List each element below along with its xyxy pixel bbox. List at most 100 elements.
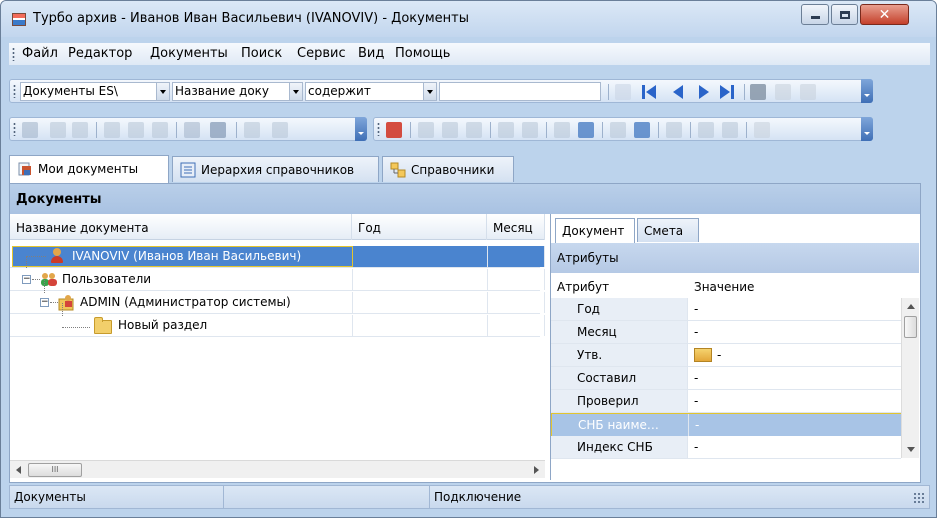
column-header-attribute[interactable]: Атрибут [557, 280, 609, 294]
toolbar-grip[interactable] [377, 122, 380, 136]
move-end-icon[interactable] [272, 122, 288, 138]
tab-my-documents[interactable]: Мои документы [9, 155, 169, 183]
toolbar-overflow-icon[interactable] [861, 117, 873, 141]
property-row[interactable]: Год - [551, 298, 901, 321]
first-record-icon[interactable] [642, 84, 658, 100]
scroll-up-icon[interactable] [907, 304, 915, 309]
save-icon[interactable] [210, 122, 226, 138]
maximize-button[interactable] [831, 4, 858, 25]
cut-icon[interactable] [104, 122, 120, 138]
vertical-scrollbar[interactable] [901, 298, 919, 458]
chevron-down-icon[interactable] [423, 83, 436, 100]
menu-help[interactable]: Помощь [395, 46, 450, 61]
chevron-down-icon[interactable] [156, 83, 169, 100]
doc-type-select[interactable]: Документы ES\ [20, 82, 170, 101]
delete-icon[interactable] [72, 122, 88, 138]
doc-action-icon[interactable] [666, 122, 682, 138]
property-value[interactable]: - [688, 390, 900, 412]
toolbar-overflow-icon[interactable] [861, 79, 873, 103]
property-value[interactable]: - [688, 344, 900, 366]
property-row[interactable]: Месяц - [551, 321, 901, 344]
property-row[interactable]: СНБ наиме… - [551, 413, 901, 436]
doc-action-icon[interactable] [722, 122, 738, 138]
filter-clear-icon[interactable] [775, 84, 791, 100]
edit-pencil-icon[interactable] [386, 122, 402, 138]
property-value[interactable]: - [689, 414, 901, 436]
column-header-value[interactable]: Значение [694, 280, 754, 294]
menu-search[interactable]: Поиск [241, 46, 282, 61]
tab-document[interactable]: Документ [555, 218, 635, 243]
scroll-right-icon[interactable] [534, 466, 539, 474]
folder-icon[interactable] [184, 122, 200, 138]
doc-tree-icon[interactable] [634, 122, 650, 138]
tree-row[interactable]: − Пользователи [10, 269, 545, 291]
grid-icon[interactable] [22, 122, 38, 138]
property-value[interactable]: - [688, 367, 900, 389]
property-value[interactable]: - [688, 321, 900, 343]
tree-row[interactable]: − ADMIN (Администратор системы) [10, 292, 545, 314]
last-record-icon[interactable] [720, 84, 736, 100]
column-header-name[interactable]: Название документа [10, 214, 352, 240]
tab-directories[interactable]: Справочники [382, 156, 514, 182]
toolbar-grip[interactable] [13, 84, 16, 98]
horizontal-scrollbar[interactable]: III [10, 460, 545, 478]
doc-action-icon[interactable] [698, 122, 714, 138]
filter-remove-icon[interactable] [800, 84, 816, 100]
scroll-down-icon[interactable] [907, 447, 915, 452]
property-row[interactable]: Индекс СНБ - [551, 436, 901, 459]
search-toolbar: Документы ES\ Название доку содержит [9, 79, 873, 103]
menu-file[interactable]: Файл [22, 46, 58, 61]
menu-documents[interactable]: Документы [150, 46, 228, 61]
tree-row[interactable]: Новый раздел [10, 315, 545, 337]
property-row[interactable]: Составил - [551, 367, 901, 390]
column-header-month[interactable]: Месяц [487, 214, 545, 240]
field-select[interactable]: Название доку [172, 82, 303, 101]
doc-action-icon[interactable] [498, 122, 514, 138]
tree-row[interactable]: IVANOVIV (Иванов Иван Васильевич) [10, 246, 545, 268]
directories-icon[interactable] [694, 348, 712, 362]
resize-grip-icon[interactable] [913, 492, 925, 504]
property-row[interactable]: Утв. - [551, 344, 901, 367]
property-value[interactable]: - [688, 436, 900, 458]
toolbar-overflow-icon[interactable] [355, 117, 367, 141]
doc-link-icon[interactable] [578, 122, 594, 138]
doc-action-icon[interactable] [466, 122, 482, 138]
paste-icon[interactable] [152, 122, 168, 138]
collapse-icon[interactable]: − [40, 298, 49, 307]
doc-action-icon[interactable] [610, 122, 626, 138]
menu-grip[interactable] [12, 47, 15, 61]
collapse-icon[interactable]: − [22, 275, 31, 284]
title-bar[interactable]: Турбо архив - Иванов Иван Васильевич (IV… [1, 1, 936, 37]
property-value[interactable]: - [688, 298, 900, 320]
menu-view[interactable]: Вид [358, 46, 384, 61]
separator [658, 122, 659, 138]
scroll-thumb[interactable]: III [28, 463, 82, 477]
chevron-down-icon[interactable] [289, 83, 302, 100]
doc-action-icon[interactable] [554, 122, 570, 138]
refresh-icon[interactable] [615, 84, 631, 100]
tab-directory-hierarchy[interactable]: Иерархия справочников [172, 156, 379, 182]
toolbar-grip[interactable] [13, 122, 16, 136]
scroll-left-icon[interactable] [16, 466, 21, 474]
column-header-year[interactable]: Год [352, 214, 487, 240]
tab-estimate[interactable]: Смета [637, 218, 699, 242]
filter-icon[interactable] [750, 84, 766, 100]
tree-connector [50, 302, 58, 303]
close-button[interactable]: ✕ [860, 4, 909, 25]
menu-editor[interactable]: Редактор [68, 46, 132, 61]
insert-icon[interactable] [50, 122, 66, 138]
prev-record-icon[interactable] [670, 84, 686, 100]
copy-icon[interactable] [128, 122, 144, 138]
doc-action-icon[interactable] [522, 122, 538, 138]
doc-action-icon[interactable] [442, 122, 458, 138]
scroll-thumb[interactable] [904, 316, 917, 338]
doc-action-icon[interactable] [418, 122, 434, 138]
move-right-icon[interactable] [244, 122, 260, 138]
condition-select[interactable]: содержит [305, 82, 437, 101]
menu-service[interactable]: Сервис [297, 46, 346, 61]
doc-action-icon[interactable] [754, 122, 770, 138]
property-row[interactable]: Проверил - [551, 390, 901, 413]
search-input[interactable] [439, 82, 601, 101]
next-record-icon[interactable] [696, 84, 712, 100]
minimize-button[interactable] [801, 4, 829, 25]
